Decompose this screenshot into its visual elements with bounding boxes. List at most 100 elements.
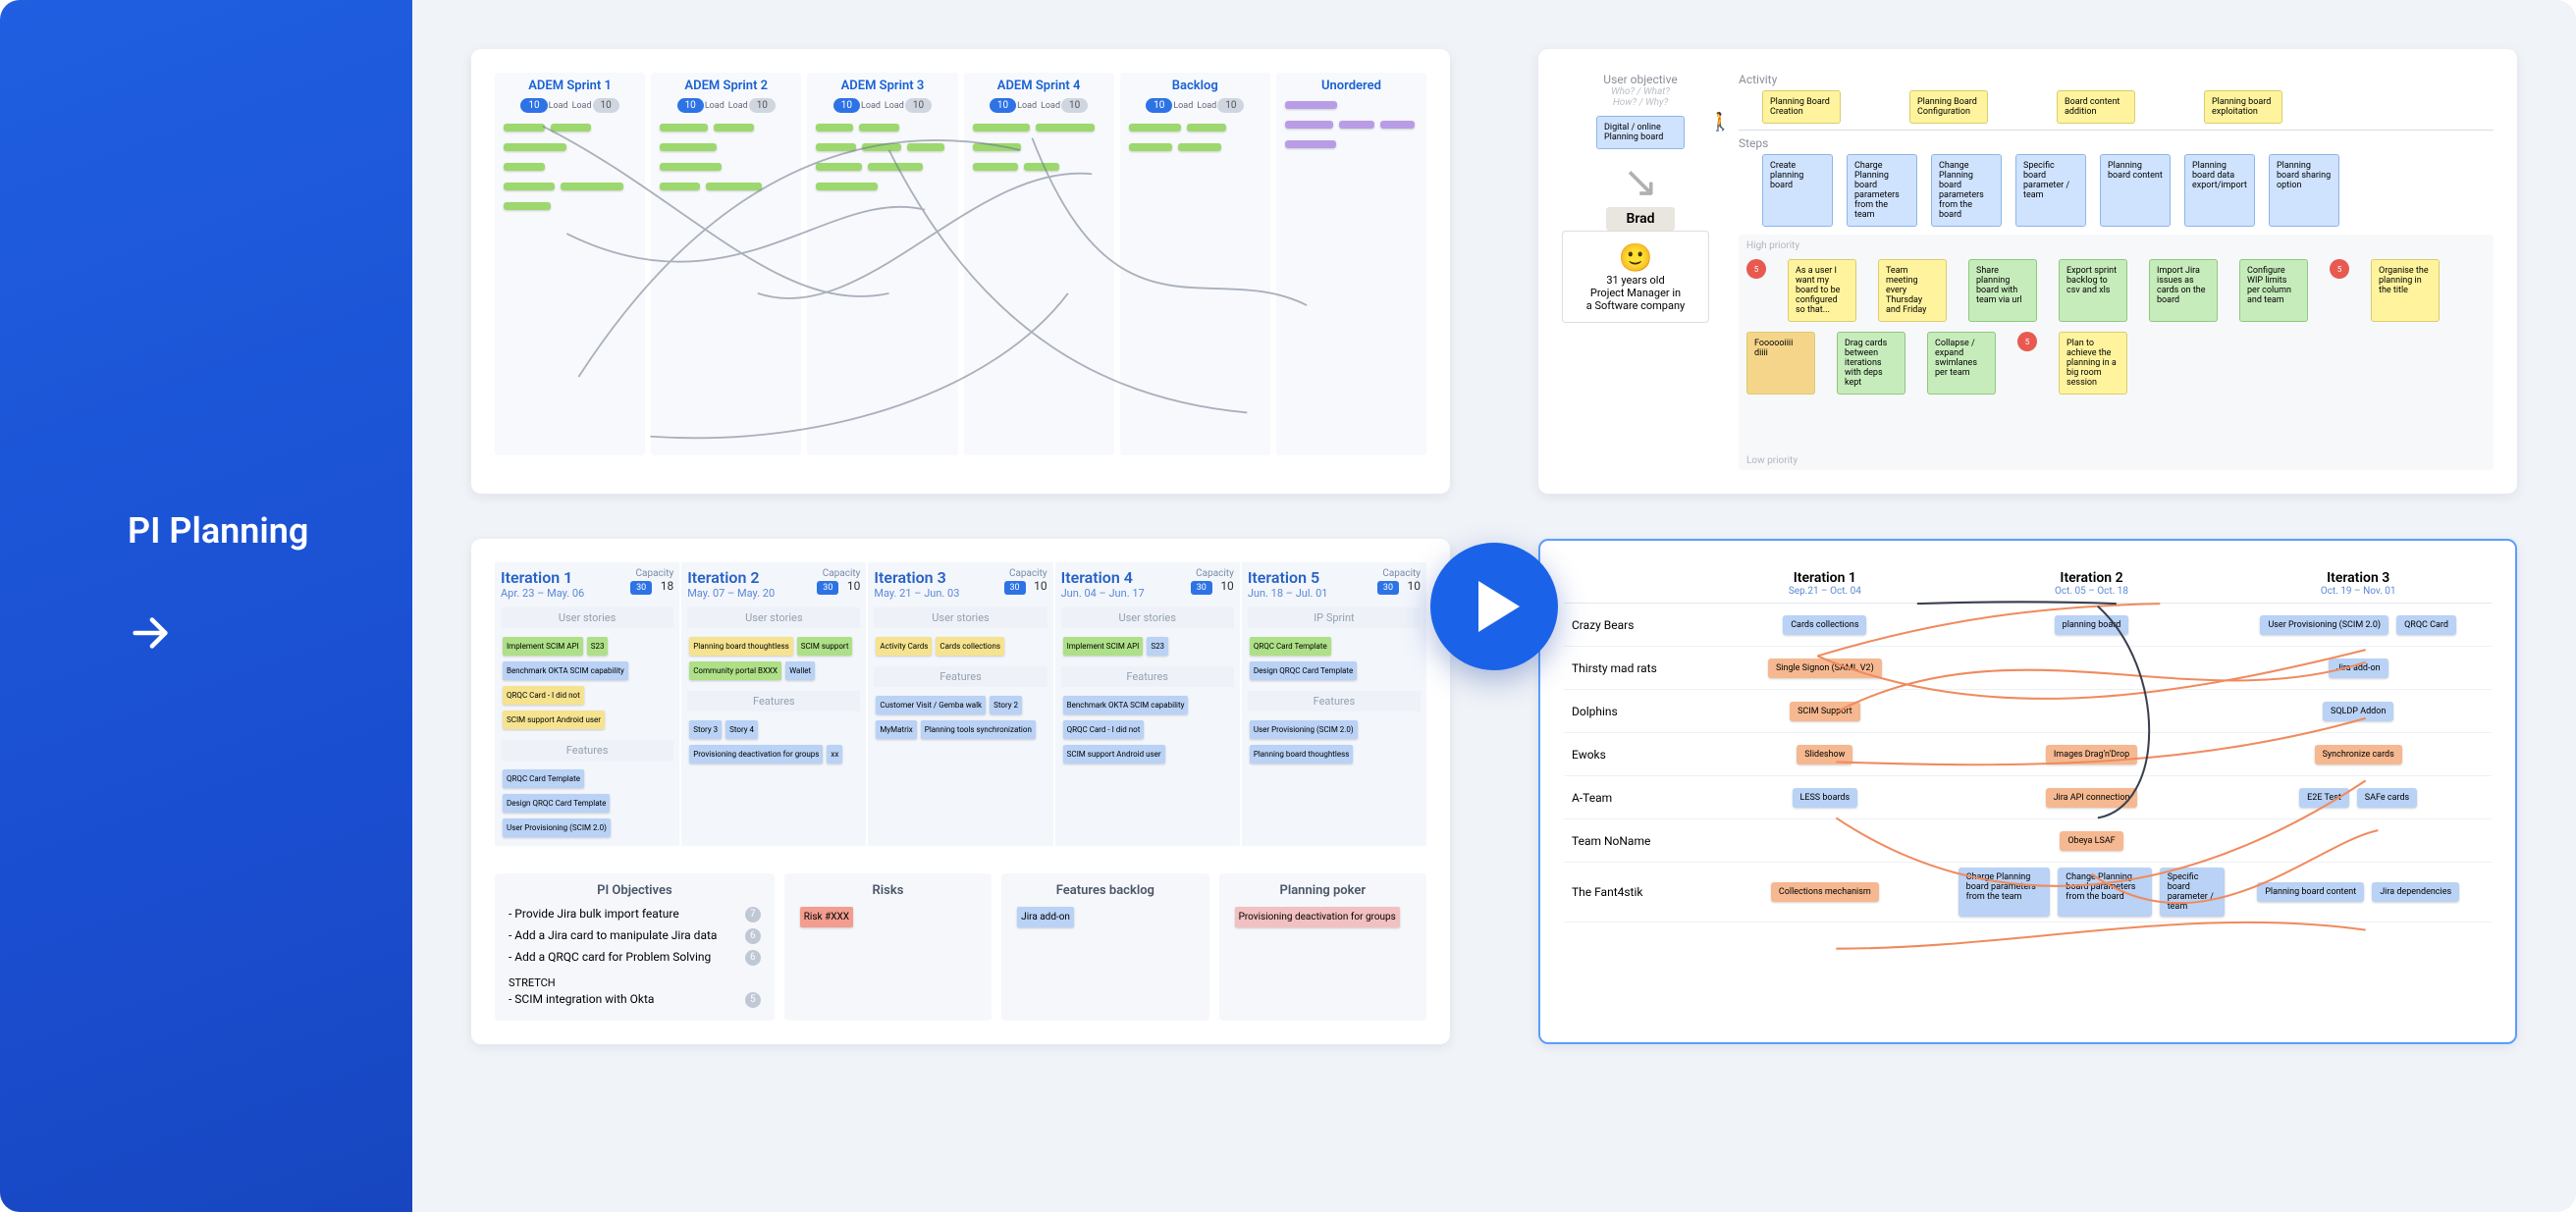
dependency-chip[interactable]: Jira API connection [2046, 788, 2138, 808]
sprint-card[interactable] [816, 124, 853, 132]
sprint-card[interactable] [504, 124, 545, 132]
user-story-card[interactable]: Activity Cards [876, 637, 932, 656]
dependency-cell[interactable]: Images Drag'n'Drop [1959, 740, 2226, 769]
dependency-cell[interactable]: Planning board contentJira dependencies [2225, 877, 2492, 907]
story-card[interactable]: Share planning board with team via url [1968, 259, 2037, 322]
story-card[interactable]: Collapse / expand swimlanes per team [1927, 332, 1996, 395]
step-card[interactable]: Planning board content [2100, 154, 2171, 227]
feature-card[interactable]: QRQC Card Template [503, 769, 584, 788]
dependency-cell[interactable]: User Provisioning (SCIM 2.0) QRQC Card [2225, 610, 2492, 640]
play-button[interactable] [1430, 543, 1558, 670]
feature-card[interactable]: Design QRQC Card Template [503, 794, 610, 813]
dependency-chip[interactable]: SAFe cards [2357, 788, 2417, 808]
feature-card[interactable]: Story 2 [990, 696, 1022, 714]
dependency-chip[interactable]: Jira add-on [2329, 659, 2388, 678]
sprint-card[interactable] [504, 183, 555, 190]
dependency-chip[interactable]: User Provisioning (SCIM 2.0) [2260, 615, 2388, 635]
dependency-cell[interactable]: SQLDP Addon [2225, 697, 2492, 726]
step-card[interactable]: Planning board sharing option [2269, 154, 2339, 227]
sprint-column[interactable]: ADEM Sprint 310Load Load10 [807, 73, 957, 455]
user-story-card[interactable]: SCIM support [797, 637, 853, 656]
sprint-card[interactable] [1129, 143, 1173, 151]
dependency-cell[interactable]: Single Signon (SAML V2) [1691, 654, 1959, 683]
dependency-cell[interactable]: Slideshow [1691, 740, 1959, 769]
user-story-card[interactable]: Design QRQC Card Template [1250, 661, 1357, 680]
user-story-card[interactable]: S23 [587, 637, 609, 656]
feature-card[interactable]: Provisioning deactivation for groups [689, 745, 823, 764]
dependency-chip[interactable]: Collections mechanism [1771, 882, 1879, 902]
sprint-card[interactable] [868, 163, 924, 171]
story-card[interactable]: Foooooiiii diiii [1746, 332, 1815, 395]
user-story-card[interactable]: S23 [1147, 637, 1168, 656]
step-card[interactable]: Create planning board [1762, 154, 1833, 227]
panel-story-map[interactable]: User objective Who? / What? How? / Why? … [1538, 49, 2517, 494]
sprint-card[interactable] [859, 124, 899, 132]
dependency-chip[interactable]: SCIM Support [1790, 702, 1860, 721]
activity-card[interactable]: Planning Board Creation [1762, 90, 1841, 124]
dependency-chip[interactable]: Synchronize cards [2315, 745, 2402, 764]
sprint-card[interactable] [973, 163, 1019, 171]
user-story-card[interactable]: Implement SCIM API [503, 637, 583, 656]
sprint-card[interactable] [1187, 124, 1226, 132]
story-card[interactable]: Drag cards between iterations with deps … [1837, 332, 1905, 395]
sprint-card[interactable] [1129, 124, 1181, 132]
root-objective-card[interactable]: Digital / online Planning board [1596, 116, 1685, 149]
sprint-card[interactable] [1339, 121, 1374, 129]
user-story-card[interactable]: Implement SCIM API [1063, 637, 1144, 656]
dependency-chip[interactable]: Cards collections [1783, 615, 1866, 635]
poker-card[interactable]: Provisioning deactivation for groups [1235, 907, 1400, 927]
sprint-card[interactable] [973, 124, 1031, 132]
dependency-cell[interactable] [1959, 707, 2226, 716]
backlog-card[interactable]: Jira add-on [1017, 907, 1074, 927]
sprint-card[interactable] [504, 202, 551, 210]
sprint-card[interactable] [1178, 143, 1221, 151]
dependency-chip[interactable]: QRQC Card [2396, 615, 2456, 635]
dependency-chip[interactable]: E2E Test [2299, 788, 2349, 808]
sprint-card[interactable] [907, 143, 944, 151]
sprint-card[interactable] [660, 143, 716, 151]
iteration-column[interactable]: Iteration 4 Jun. 04 – Jun. 17 Capacity 3… [1055, 562, 1240, 846]
story-card[interactable]: Configure WIP limits per column and team [2239, 259, 2308, 322]
dependency-cell[interactable]: Cards collections [1691, 610, 1959, 640]
feature-card[interactable]: MyMatrix [876, 720, 916, 739]
sprint-card[interactable] [660, 183, 700, 190]
sprint-card[interactable] [1285, 101, 1337, 109]
story-card[interactable]: Organise the planning in the title [2371, 259, 2440, 322]
dependency-cell[interactable]: SCIM Support [1691, 697, 1959, 726]
step-card[interactable]: Planning board data export/import [2184, 154, 2255, 227]
dependency-cell[interactable] [1959, 663, 2226, 673]
sprint-card[interactable] [551, 124, 592, 132]
feature-card[interactable]: User Provisioning (SCIM 2.0) [1250, 720, 1358, 739]
story-card[interactable]: As a user I want my board to be configur… [1788, 259, 1856, 322]
dependency-chip[interactable]: Charge Planning board parameters from th… [1959, 868, 2051, 917]
dependency-chip[interactable]: Single Signon (SAML V2) [1768, 659, 1882, 678]
dependency-chip[interactable]: Obeya LSAF [2060, 831, 2122, 851]
iteration-column[interactable]: Iteration 5 Jun. 18 – Jul. 01 Capacity 3… [1242, 562, 1426, 846]
activity-card[interactable]: Planning board exploitation [2204, 90, 2282, 124]
sprint-card[interactable] [1024, 163, 1059, 171]
panel-sprint-dependencies[interactable]: ADEM Sprint 110Load Load10 ADEM Sprint 2… [471, 49, 1450, 494]
feature-card[interactable]: Story 3 [689, 720, 722, 739]
dependency-cell[interactable]: Collections mechanism [1691, 877, 1959, 907]
activity-card[interactable]: Planning Board Configuration [1909, 90, 1988, 124]
sprint-card[interactable] [504, 143, 566, 151]
sprint-card[interactable] [714, 124, 754, 132]
activity-card[interactable]: Board content addition [2057, 90, 2135, 124]
sprint-column[interactable]: ADEM Sprint 210Load Load10 [651, 73, 801, 455]
sprint-card[interactable] [504, 163, 545, 171]
sprint-column[interactable]: Backlog10Load Load10 [1120, 73, 1270, 455]
dependency-chip[interactable]: Jira dependencies [2372, 882, 2459, 902]
dependency-chip[interactable]: planning board [2055, 615, 2129, 635]
feature-card[interactable]: Benchmark OKTA SCIM capability [1063, 696, 1189, 714]
user-story-card[interactable]: QRQC Card Template [1250, 637, 1331, 656]
sprint-card[interactable] [1285, 121, 1333, 129]
feature-card[interactable]: Planning tools synchronization [921, 720, 1036, 739]
dependency-chip[interactable]: LESS boards [1793, 788, 1858, 808]
dependency-chip[interactable]: Specific board parameter / team [2160, 868, 2226, 917]
sprint-card[interactable] [816, 183, 878, 190]
sprint-card[interactable] [561, 183, 623, 190]
feature-card[interactable]: SCIM support Android user [1063, 745, 1165, 764]
sprint-column[interactable]: ADEM Sprint 410Load Load10 [964, 73, 1114, 455]
dependency-cell[interactable]: Synchronize cards [2225, 740, 2492, 769]
dependency-cell[interactable]: Jira API connection [1959, 783, 2226, 813]
